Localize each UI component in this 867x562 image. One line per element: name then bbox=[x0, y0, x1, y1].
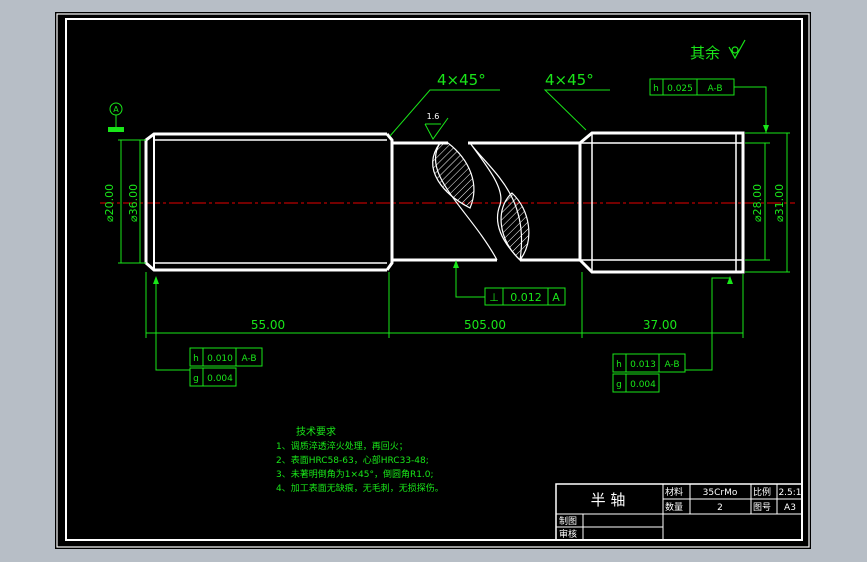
scale-label: 比例 bbox=[753, 486, 771, 498]
tol-right-sym-2: g bbox=[616, 380, 622, 390]
tol-right-ref-1: A-B bbox=[664, 360, 679, 370]
tolerance-frame-mid: ⊥ 0.012 A bbox=[484, 287, 566, 306]
surface-finish-label: 其余 bbox=[690, 44, 720, 62]
tol-left-val-2: 0.004 bbox=[207, 374, 233, 384]
tol-top-val: 0.025 bbox=[667, 84, 693, 94]
tol-right-val-2: 0.004 bbox=[630, 380, 656, 390]
notes-line-2: 2、表面HRC58-63，心部HRC33-48; bbox=[276, 454, 429, 466]
tol-right-sym-1: h bbox=[616, 360, 622, 370]
tol-mid-ref: A bbox=[552, 291, 560, 304]
notes-line-3: 3、未著明倒角为1×45°，倒圆角R1.0; bbox=[276, 468, 434, 480]
tol-mid-val: 0.012 bbox=[510, 291, 542, 304]
tol-left-ref-1: A-B bbox=[241, 354, 256, 364]
part-name: 半 轴 bbox=[591, 491, 626, 509]
dia-left-a: ⌀20.00 bbox=[103, 184, 116, 222]
sheet-label: 图号 bbox=[753, 502, 771, 513]
scale-value: 2.5:1 bbox=[778, 488, 801, 498]
material-label: 材料 bbox=[665, 486, 683, 498]
drawing-background bbox=[55, 12, 811, 549]
tol-left-val-1: 0.010 bbox=[207, 354, 233, 364]
tol-mid-sym: ⊥ bbox=[489, 291, 499, 304]
datum-letter: A bbox=[113, 105, 119, 114]
tol-right-val-1: 0.013 bbox=[630, 360, 656, 370]
len-left: 55.00 bbox=[251, 318, 285, 332]
chamfer-left-text: 4×45° bbox=[437, 71, 486, 89]
tol-left-sym-1: h bbox=[193, 354, 199, 364]
checked-label: 审核 bbox=[559, 528, 577, 540]
drawing-sheet: A 1.6 其余 4×45° 4×45° ⌀20.00 ⌀36.00 ⌀28.0… bbox=[55, 12, 811, 549]
len-mid: 505.00 bbox=[464, 318, 506, 332]
tol-top-sym: h bbox=[653, 84, 659, 94]
tol-left-sym-2: g bbox=[193, 374, 199, 384]
roughness-value: 1.6 bbox=[427, 112, 440, 121]
dia-right-b: ⌀31.00 bbox=[773, 184, 786, 222]
dia-right-a: ⌀28.00 bbox=[751, 184, 764, 222]
sheet-value: A3 bbox=[784, 503, 796, 513]
qty-value: 2 bbox=[717, 503, 723, 513]
len-right: 37.00 bbox=[643, 318, 677, 332]
notes-line-1: 1、调质淬透淬火处理，再回火； bbox=[276, 440, 408, 452]
qty-label: 数量 bbox=[665, 501, 683, 513]
notes-title: 技术要求 bbox=[296, 425, 336, 438]
drawn-label: 制图 bbox=[559, 515, 577, 527]
chamfer-right-text: 4×45° bbox=[545, 71, 594, 89]
notes-line-4: 4、加工表面无缺痕，无毛刺，无损探伤。 bbox=[276, 482, 444, 494]
material-value: 35CrMo bbox=[703, 488, 738, 498]
dia-left-b: ⌀36.00 bbox=[127, 184, 140, 222]
tol-top-ref: A-B bbox=[707, 84, 722, 94]
